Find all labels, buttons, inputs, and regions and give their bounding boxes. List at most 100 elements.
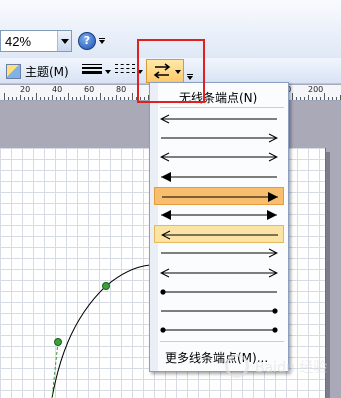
line-end-filled-arrow: [161, 210, 171, 220]
ruler-tick: [8, 97, 9, 100]
line-end-preview: [161, 308, 278, 314]
line-end-filled-arrow: [267, 210, 277, 220]
line-end-option[interactable]: [154, 225, 284, 244]
annotation-rectangle: [137, 39, 205, 103]
line-end-dot: [272, 308, 278, 314]
ruler-tick: [80, 97, 81, 100]
ruler-tick: [128, 97, 129, 100]
ruler-tick: [44, 97, 45, 100]
theme-icon: [6, 63, 21, 79]
ruler-tick: [56, 97, 57, 100]
ruler-tick: [100, 93, 101, 100]
ruler-label: 60: [84, 85, 95, 94]
ruler-tick: [292, 93, 293, 100]
ruler-tick: [60, 97, 61, 100]
ruler-tick: [64, 97, 65, 100]
line-end-preview: [161, 230, 278, 240]
menu-separator: [160, 341, 284, 342]
line-end-preview: [162, 191, 278, 202]
ruler-tick: [316, 97, 317, 100]
line-weight-icon[interactable]: [82, 64, 102, 78]
ruler-tick: [88, 97, 89, 100]
line-weight-dropdown-arrow[interactable]: [105, 70, 112, 76]
line-ends-menu: 无线条端点(N) 更多线条端点(M)...: [149, 82, 289, 372]
ruler-tick: [52, 95, 53, 100]
line-end-option[interactable]: [154, 244, 284, 262]
ruler-tick: [296, 97, 297, 100]
line-end-option[interactable]: [154, 110, 284, 128]
line-end-preview: [161, 248, 278, 258]
ruler-tick: [320, 97, 321, 100]
line-end-preview: [161, 171, 277, 182]
line-end-option[interactable]: [154, 302, 284, 320]
line-end-option[interactable]: [154, 321, 284, 339]
ruler-tick: [124, 97, 125, 100]
theme-label: 主题(M): [25, 64, 69, 79]
ruler-tick: [72, 97, 73, 100]
ruler-tick: [328, 97, 329, 100]
line-pattern-icon[interactable]: [115, 64, 135, 78]
ruler-label: 200: [308, 85, 324, 94]
line-end-option[interactable]: [154, 168, 284, 186]
ruler-tick: [20, 95, 21, 100]
svg-text:Baidu 经验: Baidu 经验: [255, 360, 327, 376]
line-end-option[interactable]: [154, 283, 284, 301]
ruler-tick: [116, 95, 117, 100]
ruler-tick: [92, 97, 93, 100]
ruler-tick: [76, 97, 77, 100]
line-end-option[interactable]: [154, 186, 284, 205]
ruler-tick: [28, 97, 29, 100]
ruler-tick: [96, 97, 97, 100]
ruler-tick: [304, 97, 305, 100]
ruler-tick: [108, 97, 109, 100]
ruler-tick: [132, 93, 133, 100]
line-end-filled-arrow: [268, 191, 278, 202]
line-end-option[interactable]: [154, 264, 284, 282]
ruler-tick: [308, 95, 309, 100]
zoom-value[interactable]: 42%: [5, 34, 31, 49]
line-end-preview: [160, 114, 277, 124]
ruler-label: 80: [116, 85, 127, 94]
line-end-filled-arrow: [161, 171, 171, 182]
ruler-tick: [12, 97, 13, 100]
ruler-tick: [300, 97, 301, 100]
line-end-preview: [160, 289, 277, 295]
ruler-tick: [84, 95, 85, 100]
line-end-preview: [160, 268, 278, 278]
line-end-preview: [160, 152, 278, 162]
help-icon[interactable]: ?: [78, 32, 96, 50]
ruler-tick: [36, 93, 37, 100]
watermark-text-graphic: Baidu 经验: [255, 360, 327, 376]
line-end-preview: [161, 210, 277, 220]
ruler-tick: [24, 97, 25, 100]
theme-button[interactable]: 主题(M): [6, 61, 69, 81]
line-end-option[interactable]: [154, 148, 284, 166]
ruler-tick: [332, 97, 333, 100]
ruler-tick: [48, 97, 49, 100]
line-end-preview: [161, 133, 278, 143]
ruler-tick: [40, 97, 41, 100]
ruler-tick: [336, 97, 337, 100]
watermark: Baidu 经验: [225, 348, 341, 394]
menu-separator: [160, 107, 284, 108]
ruler-tick: [4, 93, 5, 100]
ruler-tick: [312, 97, 313, 100]
ruler-tick: [120, 97, 121, 100]
line-end-option[interactable]: [154, 129, 284, 147]
ruler-tick: [112, 97, 113, 100]
ruler-tick: [32, 97, 33, 100]
ruler-tick: [104, 97, 105, 100]
ruler-tick: [68, 93, 69, 100]
line-end-dot: [272, 327, 278, 333]
zoom-dropdown-arrow[interactable]: [57, 31, 71, 51]
ruler-tick: [16, 97, 17, 100]
toolbar-options-chevron[interactable]: [99, 38, 107, 48]
ruler-tick: [324, 93, 325, 100]
line-end-dot: [160, 327, 166, 333]
line-end-option[interactable]: [154, 206, 284, 224]
ruler-label: 20: [20, 85, 31, 94]
ruler-label: 40: [52, 85, 63, 94]
zoom-combobox[interactable]: 42%: [0, 30, 72, 52]
line-end-dot: [160, 289, 166, 295]
line-end-preview: [160, 327, 278, 333]
